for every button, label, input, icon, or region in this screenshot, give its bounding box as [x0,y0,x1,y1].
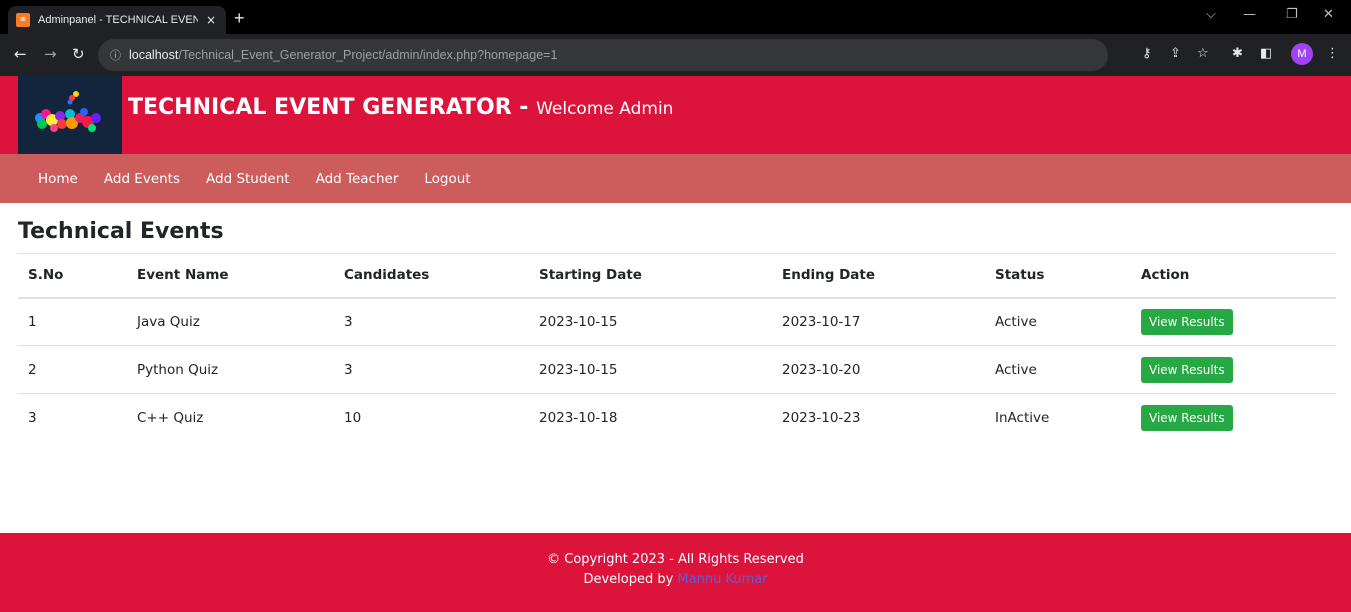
cell-event-name: Java Quiz [127,297,334,346]
developer-link[interactable]: Mannu Kumar [677,572,767,587]
cell-event-name: Python Quiz [127,345,334,394]
main-nav: Home Add Events Add Student Add Teacher … [0,154,1351,203]
cell-starting-date: 2023-10-18 [539,409,618,426]
info-icon[interactable]: ⓘ [110,47,121,63]
nav-logout[interactable]: Logout [424,171,470,187]
close-icon[interactable]: ✕ [1323,7,1334,22]
cell-action: View Results [1131,297,1336,346]
star-icon[interactable]: ☆ [1197,46,1209,61]
share-icon[interactable]: ⇪ [1170,46,1181,61]
developed-by-label: Developed by [583,572,678,587]
browser-tab[interactable]: ⌧ Adminpanel - TECHNICAL EVENT × [8,6,226,34]
view-results-button[interactable]: View Results [1141,308,1233,335]
cell-status: Active [985,345,1131,394]
new-tab-button[interactable]: + [234,8,245,29]
nav-home[interactable]: Home [38,171,78,187]
cell-status: InActive [995,409,1050,426]
profile-avatar[interactable]: M [1291,43,1313,65]
cell-ending-date: 2023-10-20 [772,345,985,394]
column-header-candidates: Candidates [334,253,529,299]
column-header-sno: S.No [18,253,127,299]
cell-action: View Results [1131,394,1336,442]
column-header-action: Action [1131,253,1336,299]
tab-search-icon[interactable]: ⌵ [1206,7,1216,22]
cell-starting-date: 2023-10-15 [529,345,772,394]
table-row: 1 Java Quiz 3 2023-10-15 2023-10-17 Acti… [18,297,1336,346]
cell-candidates: 10 [344,409,362,426]
reload-icon[interactable]: ↻ [72,45,85,63]
cell-candidates: 3 [334,345,529,394]
events-table: S.No Event Name Candidates Starting Date… [18,253,1336,442]
site-footer: © Copyright 2023 - All Rights Reserved D… [0,533,1351,612]
key-icon[interactable]: ⚷ [1142,46,1152,61]
column-header-event-name: Event Name [127,253,334,299]
sidepanel-icon[interactable]: ◧ [1260,46,1272,61]
tab-close-icon[interactable]: × [206,13,216,27]
cell-sno: 2 [18,345,127,394]
page-header-title: TECHNICAL EVENT GENERATOR - Welcome Admi… [128,95,673,120]
restore-icon[interactable]: ❐ [1286,7,1298,22]
forward-arrow-icon[interactable]: → [44,45,57,63]
nav-add-student[interactable]: Add Student [206,171,290,187]
back-arrow-icon[interactable]: ← [14,45,27,63]
minimize-icon[interactable]: — [1243,7,1256,22]
table-row: 3 C++ Quiz 10 2023-10-18 2023-10-23 InAc… [18,394,1336,442]
url-path: /Technical_Event_Generator_Project/admin… [178,48,558,62]
logo-blobs-icon [35,91,101,132]
copyright-text: © Copyright 2023 - All Rights Reserved [547,552,804,567]
cell-action: View Results [1131,345,1336,394]
site-title: TECHNICAL EVENT GENERATOR [128,95,512,120]
site-header: TECHNICAL EVENT GENERATOR - Welcome Admi… [0,76,1351,154]
column-header-status: Status [985,253,1131,299]
welcome-text: Welcome Admin [536,99,674,119]
url-input[interactable]: ⓘ localhost/Technical_Event_Generator_Pr… [98,39,1108,71]
url-host: localhost [129,48,179,62]
xampp-favicon-icon: ⌧ [16,13,30,27]
table-header-row: S.No Event Name Candidates Starting Date… [18,253,1336,299]
site-logo [18,76,122,154]
cell-candidates: 3 [334,297,529,346]
browser-address-bar: ← → ↻ ⓘ localhost/Technical_Event_Genera… [0,34,1351,76]
cell-ending-date: 2023-10-23 [782,409,861,426]
view-results-button[interactable]: View Results [1141,404,1233,431]
cell-status: Active [985,297,1131,346]
cell-starting-date: 2023-10-15 [529,297,772,346]
developed-by-line: Developed by Mannu Kumar [0,570,1351,590]
cell-sno: 3 [28,409,37,426]
extensions-icon[interactable]: ✱ [1232,46,1243,61]
menu-icon[interactable]: ⋮ [1326,46,1339,61]
nav-add-teacher[interactable]: Add Teacher [316,171,399,187]
tab-title: Adminpanel - TECHNICAL EVENT [38,14,198,26]
cell-sno: 1 [18,297,127,346]
column-header-ending-date: Ending Date [772,253,985,299]
table-row: 2 Python Quiz 3 2023-10-15 2023-10-20 Ac… [18,345,1336,394]
cell-event-name: C++ Quiz [137,409,204,426]
cell-ending-date: 2023-10-17 [772,297,985,346]
column-header-starting-date: Starting Date [529,253,772,299]
page-title: Technical Events [18,219,224,244]
browser-tab-bar: ⌧ Adminpanel - TECHNICAL EVENT × + ⌵ — ❐… [0,0,1351,34]
title-separator: - [511,95,537,120]
view-results-button[interactable]: View Results [1141,356,1233,383]
nav-add-events[interactable]: Add Events [104,171,180,187]
